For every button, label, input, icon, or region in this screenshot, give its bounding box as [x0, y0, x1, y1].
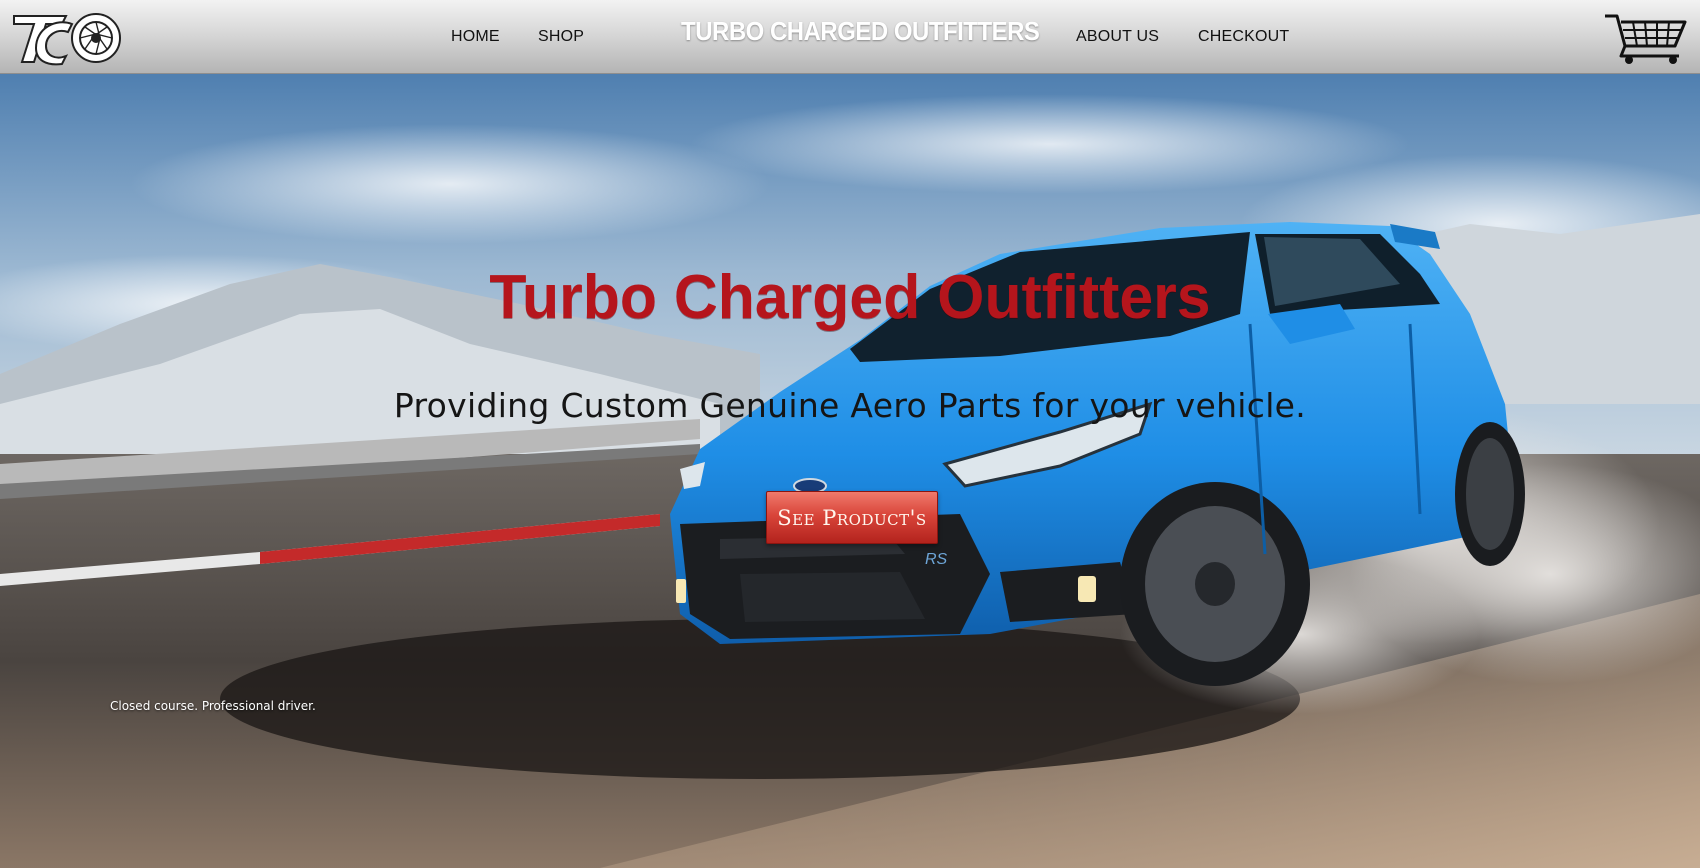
nav-link-shop[interactable]: SHOP: [538, 28, 584, 46]
see-products-button[interactable]: See Product's: [766, 491, 938, 544]
hero-car-photo: RS: [0, 74, 1700, 868]
top-navigation-bar: HOME SHOP TURBO CHARGED OUTFITTERS ABOUT…: [0, 0, 1700, 74]
hero-banner: RS Turbo Charged Outfitters Providing Cu…: [0, 74, 1700, 868]
shopping-cart-icon[interactable]: [1603, 8, 1693, 66]
nav-link-checkout[interactable]: CHECKOUT: [1198, 28, 1289, 46]
nav-link-home[interactable]: HOME: [451, 28, 500, 46]
hero-subtitle: Providing Custom Genuine Aero Parts for …: [393, 386, 1307, 425]
tco-logo[interactable]: [10, 8, 128, 66]
nav-link-about-us[interactable]: ABOUT US: [1076, 28, 1159, 46]
car-rs-badge: RS: [925, 551, 948, 568]
site-brand-title[interactable]: TURBO CHARGED OUTFITTERS: [681, 16, 1040, 47]
hero-title: Turbo Charged Outfitters: [489, 263, 1211, 332]
disclaimer-text: Closed course. Professional driver.: [110, 699, 316, 713]
